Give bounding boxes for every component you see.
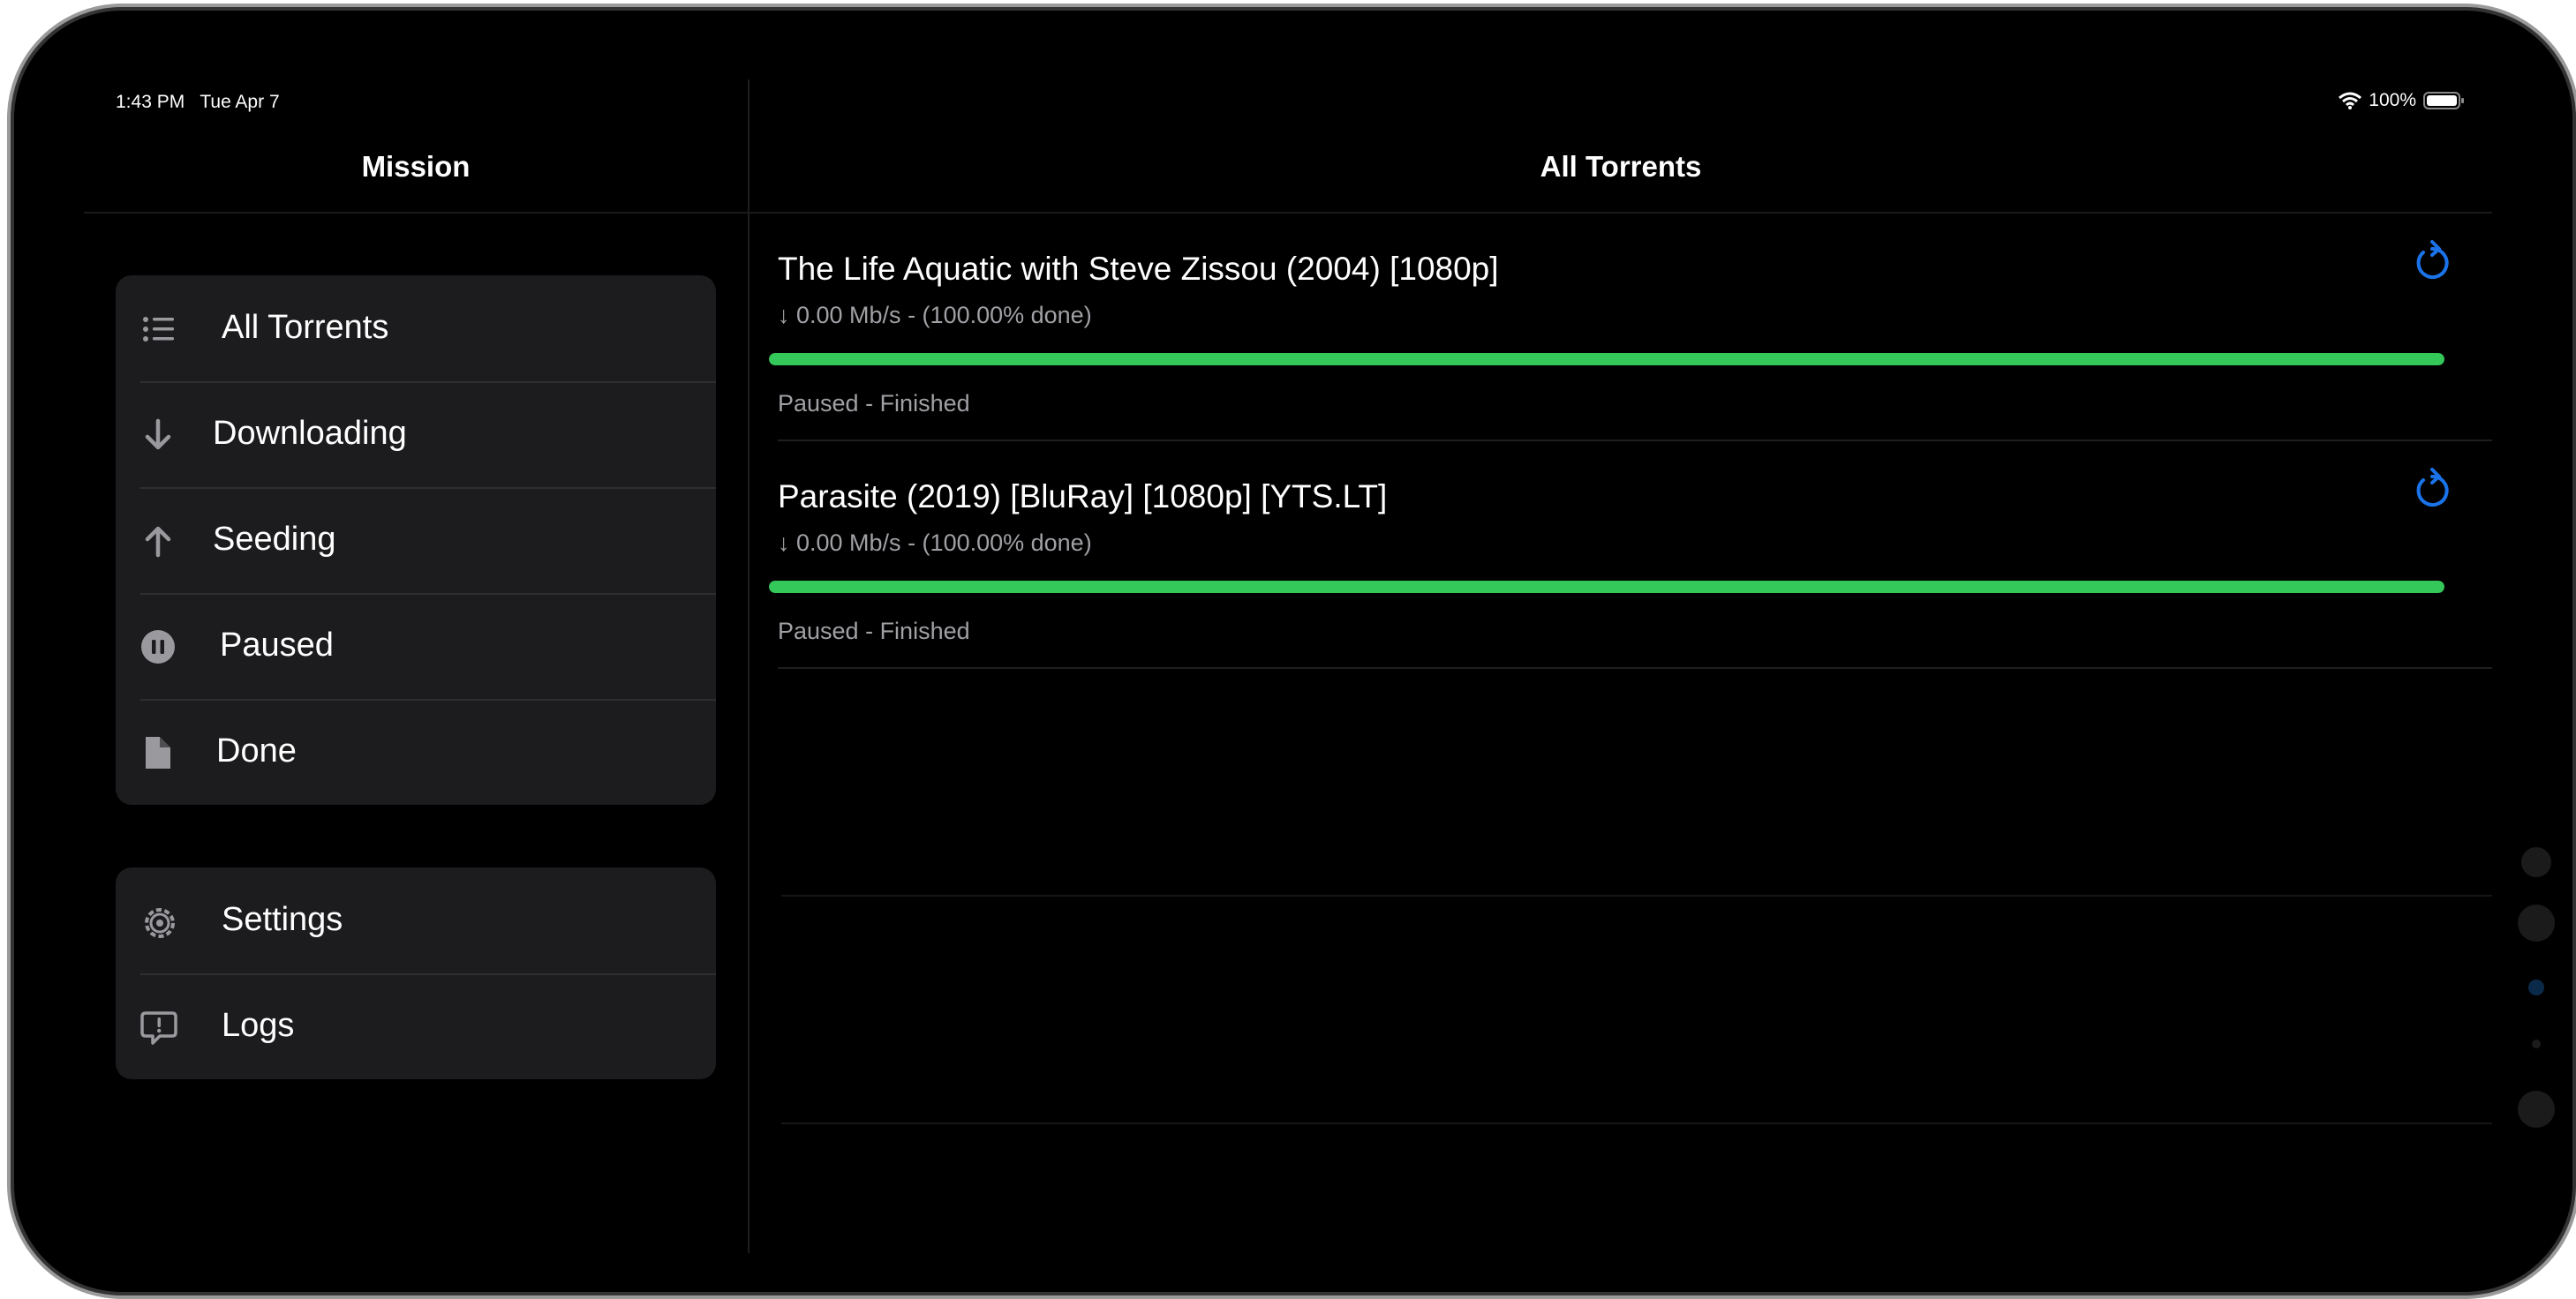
empty-row-divider	[781, 1123, 2492, 1124]
sidebar-item-done[interactable]: Done	[116, 699, 716, 805]
progress-bar	[769, 353, 2444, 365]
chat-alert-icon	[140, 1010, 177, 1045]
sidebar-divider	[84, 212, 748, 214]
sidebar-item-settings[interactable]: Settings	[116, 867, 716, 973]
main-panel: All Torrents The Life Aquatic with Steve…	[749, 79, 2492, 1253]
sidebar-item-label: Paused	[220, 627, 334, 664]
camera-lens	[2528, 980, 2544, 995]
sidebar-item-downloading[interactable]: Downloading	[116, 381, 716, 487]
sidebar-item-label: Done	[216, 732, 297, 770]
row-divider	[778, 667, 2492, 669]
screen: 1:43 PM Tue Apr 7 100% Mission All Torre…	[84, 79, 2492, 1253]
torrent-status: Paused - Finished	[778, 618, 970, 644]
sidebar-title: Mission	[361, 150, 471, 183]
torrent-name: Parasite (2019) [BluRay] [1080p] [YTS.LT…	[778, 478, 1388, 514]
camera-sensor	[2518, 905, 2555, 942]
page-title: All Torrents	[1540, 150, 1702, 183]
camera-sensor	[2518, 1091, 2555, 1128]
sidebar-item-label: Logs	[222, 1007, 295, 1044]
torrent-row[interactable]: Parasite (2019) [BluRay] [1080p] [YTS.LT…	[749, 441, 2492, 669]
sidebar-item-label: Downloading	[213, 415, 407, 452]
sidebar-item-logs[interactable]: Logs	[116, 973, 716, 1079]
filter-group: All Torrents Downloading Seeding Paused …	[116, 275, 716, 805]
sidebar-item-seeding[interactable]: Seeding	[116, 487, 716, 593]
extras-group: Settings Logs	[116, 867, 716, 1079]
refresh-icon[interactable]	[2411, 240, 2453, 286]
sidebar-item-label: All Torrents	[222, 309, 389, 346]
arrow-up-icon	[140, 523, 176, 559]
progress-fill	[769, 353, 2444, 365]
torrent-speed: ↓ 0.00 Mb/s - (100.00% done)	[778, 529, 1092, 556]
camera-sensor	[2532, 1040, 2541, 1048]
document-icon	[140, 735, 176, 770]
refresh-icon[interactable]	[2411, 468, 2453, 514]
torrent-row[interactable]: The Life Aquatic with Steve Zissou (2004…	[749, 214, 2492, 441]
torrent-status: Paused - Finished	[778, 390, 970, 417]
sidebar-item-label: Settings	[222, 901, 343, 938]
torrent-name: The Life Aquatic with Steve Zissou (2004…	[778, 251, 1499, 287]
gear-icon	[140, 904, 176, 939]
torrent-speed: ↓ 0.00 Mb/s - (100.00% done)	[778, 302, 1092, 328]
camera-sensor	[2521, 847, 2551, 877]
empty-row-divider	[781, 895, 2492, 897]
progress-fill	[769, 581, 2444, 593]
arrow-down-icon	[140, 417, 176, 453]
sidebar: Mission All Torrents Downloading Seeding…	[84, 79, 749, 1253]
progress-bar	[769, 581, 2444, 593]
sidebar-item-all-torrents[interactable]: All Torrents	[116, 275, 716, 381]
sidebar-item-paused[interactable]: Paused	[116, 593, 716, 699]
pause-circle-icon	[140, 629, 176, 665]
list-icon	[140, 312, 176, 347]
sidebar-item-label: Seeding	[213, 521, 336, 558]
